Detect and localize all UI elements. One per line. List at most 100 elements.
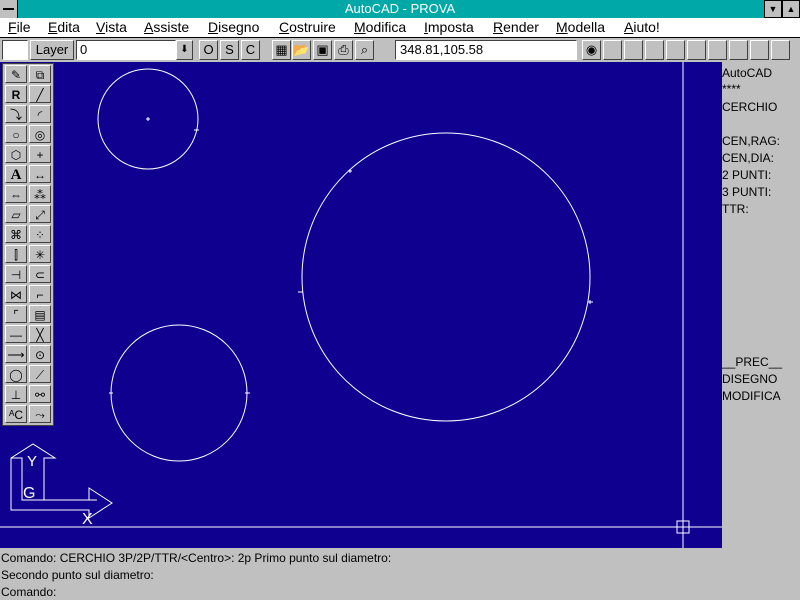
screen-menu-option-3punti[interactable]: 3 PUNTI: [722, 185, 771, 199]
menu-imposta[interactable]: Imposta [424, 19, 474, 35]
window-title: AutoCAD - PROVA [344, 1, 456, 16]
toolbar-slot-8[interactable] [750, 40, 769, 60]
maximize-button[interactable]: ▲ [782, 0, 800, 18]
x-icon[interactable]: ╳ [29, 325, 51, 343]
explode-icon[interactable]: ✳ [29, 245, 51, 263]
toolbar-slot-5[interactable] [687, 40, 706, 60]
ucs-x-label: X [82, 511, 93, 528]
edit-text-icon[interactable]: ᴬC [5, 405, 27, 423]
screen-menu-title[interactable]: AutoCAD [722, 66, 772, 80]
polygon-icon[interactable]: ⬡ [5, 145, 27, 163]
menu-costruire[interactable]: Costruire [279, 19, 336, 35]
medium-circle [110, 324, 248, 462]
slash-icon[interactable]: ⟋ [29, 365, 51, 383]
break-icon[interactable]: ⋈ [5, 285, 27, 303]
layer-button[interactable]: Layer [30, 40, 74, 60]
move-icon[interactable]: ⇔ [5, 185, 27, 203]
block-icon[interactable]: ⤳ [29, 405, 51, 423]
copy-icon[interactable]: ⧉ [29, 65, 51, 83]
menu-modella[interactable]: Modella [556, 19, 605, 35]
new-drawing-icon[interactable]: ▦ [272, 40, 291, 60]
color-swatch[interactable] [2, 40, 28, 60]
ortho-button[interactable]: O [199, 40, 218, 60]
command-line-2: Secondo punto sul diametro: [1, 568, 154, 582]
coordinates-display: 348.81,105.58 [395, 40, 577, 60]
horizontal-line-icon[interactable]: — [5, 325, 27, 343]
screen-menu-option-cenrag[interactable]: CEN,RAG: [722, 134, 780, 148]
menu-file[interactable]: File [8, 19, 31, 35]
screen-menu-stars[interactable]: **** [722, 82, 741, 96]
tool-palette: ✎ ⧉ R ╱ ⤵ ◜ ○ ◎ ⬡ + A ↔ ⇔ ⁂ ▱ ⤢ ⌘ ⁘ ⫿ ✳ ⊣ ⊂ ⋈ ⌐ ⌜ ▤ — ╳ ⟶ ⊙ ◯ ⟋ ⊥ ⚯ ᴬC ⤳ [2, 63, 54, 426]
ucs-g-label: G [23, 485, 35, 502]
chamfer-icon[interactable]: ⌜ [5, 305, 27, 323]
toolbar: Layer 0 ⬇ O S C ▦ 📂 ▣ ⎙ ⌕ 348.81,105.58 … [0, 38, 800, 62]
menu-assiste[interactable]: Assiste [144, 19, 189, 35]
command-line-1: Comando: CERCHIO 3P/2P/TTR/<Centro>: 2p … [1, 551, 392, 565]
screen-menu-option-2punti[interactable]: 2 PUNTI: [722, 168, 771, 182]
settings-dial-icon[interactable]: ◉ [582, 40, 601, 60]
open-folder-icon[interactable]: 📂 [292, 40, 311, 60]
screen-menu-option-cendia[interactable]: CEN,DIA: [722, 151, 774, 165]
screen-menu-modifica[interactable]: MODIFICA [722, 389, 781, 403]
large-circle [301, 132, 591, 422]
screen-menu-disegno[interactable]: DISEGNO [722, 372, 777, 386]
title-bar: AutoCAD - PROVA ▼ ▲ [0, 0, 800, 18]
menu-render[interactable]: Render [493, 19, 539, 35]
stretch-icon[interactable]: ⌘ [5, 225, 27, 243]
scale-icon[interactable]: ⤢ [29, 205, 51, 223]
point-icon[interactable]: + [29, 145, 51, 163]
snap-center-icon[interactable]: ⊙ [29, 345, 51, 363]
donut-icon[interactable]: ◯ [5, 365, 27, 383]
grid-array-icon[interactable]: ⁘ [29, 225, 51, 243]
save-icon[interactable]: ▣ [313, 40, 332, 60]
command-area[interactable]: Comando: CERCHIO 3P/2P/TTR/<Centro>: 2p … [0, 548, 800, 600]
zoom-icon[interactable]: ⌕ [355, 40, 374, 60]
toolbar-slot-9[interactable] [771, 40, 790, 60]
screen-menu: AutoCAD **** CERCHIO CEN,RAG: CEN,DIA: 2… [722, 62, 800, 548]
coords-toggle-button[interactable]: C [241, 40, 260, 60]
ucs-icon[interactable]: ⊥ [5, 385, 27, 403]
trim-icon[interactable]: ⊣ [5, 265, 27, 283]
toolbar-slot-4[interactable] [666, 40, 685, 60]
pencil-icon[interactable]: ✎ [5, 65, 27, 83]
menu-edita[interactable]: Edita [48, 19, 80, 35]
line-icon[interactable]: ╱ [29, 85, 51, 103]
toolbar-slot-2[interactable] [624, 40, 643, 60]
layer-dropdown-icon[interactable]: ⬇ [176, 40, 193, 60]
menu-modifica[interactable]: Modifica [354, 19, 406, 35]
extend-icon[interactable]: ⟶ [5, 345, 27, 363]
dimension-icon[interactable]: ↔ [29, 165, 51, 183]
screen-menu-heading[interactable]: CERCHIO [722, 100, 777, 114]
menu-vista[interactable]: Vista [96, 19, 127, 35]
mirror-icon[interactable]: ⫿ [5, 245, 27, 263]
layer-select[interactable]: 0 [76, 40, 176, 60]
hatch-icon[interactable]: ▤ [29, 305, 51, 323]
erase-icon[interactable]: ▱ [5, 205, 27, 223]
toolbar-slot-3[interactable] [645, 40, 664, 60]
toolbar-slot-7[interactable] [729, 40, 748, 60]
snap-button[interactable]: S [220, 40, 239, 60]
menu-aiuto[interactable]: Aiuto! [624, 19, 660, 35]
drawing-canvas[interactable]: Y G X [0, 62, 722, 548]
polyline-icon[interactable]: ⤵ [5, 105, 27, 123]
menu-disegno[interactable]: Disegno [208, 19, 259, 35]
print-icon[interactable]: ⎙ [334, 40, 353, 60]
array-icon[interactable]: ⁂ [29, 185, 51, 203]
drawing-svg: Y G X [0, 62, 722, 548]
offset-icon[interactable]: ⊂ [29, 265, 51, 283]
arc-icon[interactable]: ◜ [29, 105, 51, 123]
redraw-icon[interactable]: R [5, 85, 27, 103]
screen-menu-option-ttr[interactable]: TTR: [722, 202, 749, 216]
toolbar-slot-1[interactable] [603, 40, 622, 60]
menu-bar: File Edita Vista Assiste Disegno Costrui… [0, 18, 800, 38]
minimize-button[interactable]: ▼ [764, 0, 782, 18]
grip-marks [109, 117, 593, 394]
command-prompt[interactable]: Comando: [1, 585, 56, 599]
circle-icon[interactable]: ○ [5, 125, 27, 143]
toolbar-slot-6[interactable] [708, 40, 727, 60]
screen-menu-prec[interactable]: __PREC__ [722, 355, 782, 369]
ellipse-icon[interactable]: ◎ [29, 125, 51, 143]
fillet-icon[interactable]: ⌐ [29, 285, 51, 303]
tangent-icon[interactable]: ⚯ [29, 385, 51, 403]
text-icon[interactable]: A [5, 165, 27, 183]
